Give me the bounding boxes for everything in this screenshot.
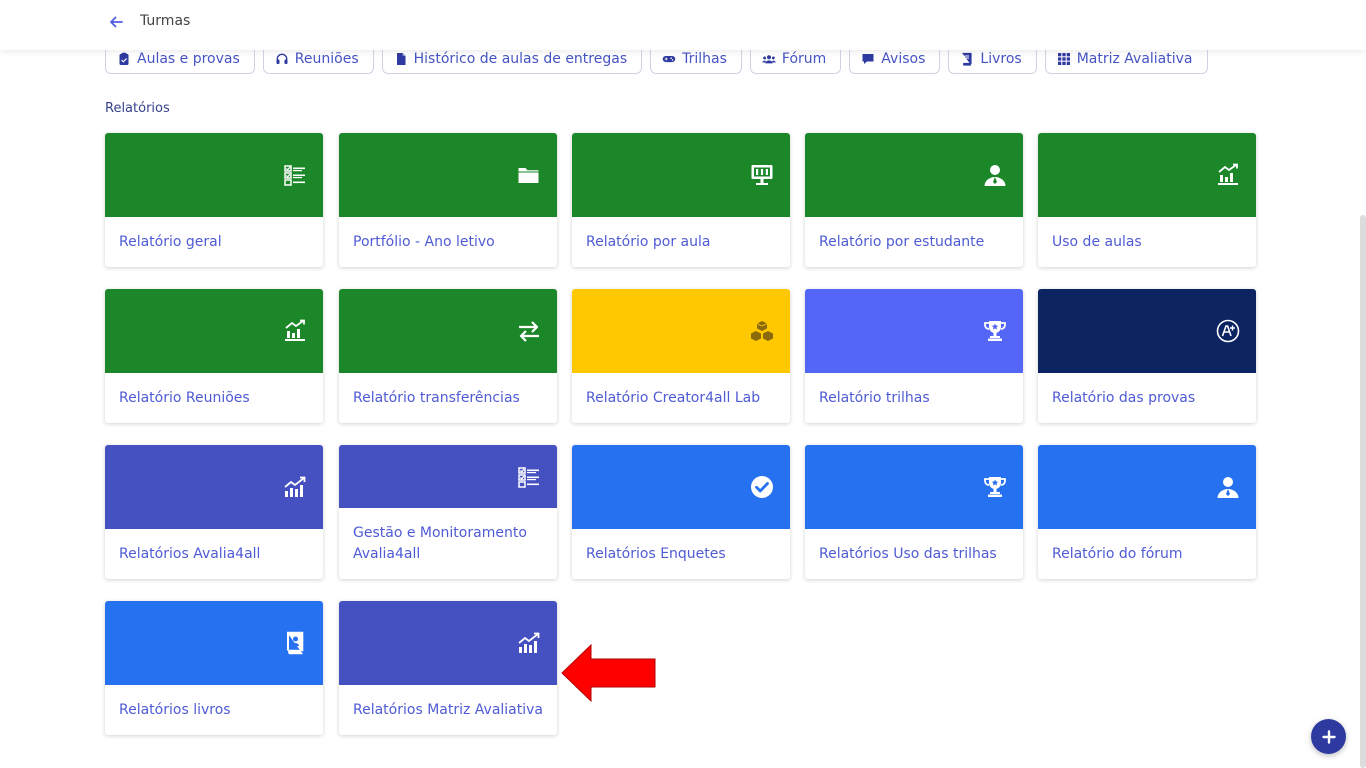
card-header: [339, 289, 557, 373]
card-relatorios-avalia4all[interactable]: Relatórios Avalia4all: [105, 445, 323, 579]
card-relatorio-por-estudante[interactable]: Relatório por estudante: [805, 133, 1023, 267]
card-header: [572, 289, 790, 373]
card-header: [339, 601, 557, 685]
card-relatorio-trilhas[interactable]: Relatório trilhas: [805, 289, 1023, 423]
checklist-icon: [284, 165, 305, 186]
bar-chart-icon: [518, 632, 540, 653]
card-header: [105, 289, 323, 373]
tab-label: Fórum: [781, 50, 827, 67]
card-label: Relatório das provas: [1052, 389, 1196, 406]
exchange-icon: [519, 321, 539, 342]
card-label: Relatório geral: [119, 233, 222, 250]
book-bookmark-icon: [287, 631, 304, 655]
tab-label: Aulas e provas: [137, 50, 240, 67]
card-header: [572, 445, 790, 529]
card-label: Relatórios Avalia4all: [119, 545, 261, 562]
tab-label: Matriz Avaliativa: [1076, 50, 1193, 67]
chart-up-icon: [1218, 163, 1238, 185]
check-circle-icon: [751, 476, 773, 498]
card-label: Relatório transferências: [353, 389, 520, 406]
section-title: Relatórios: [105, 101, 170, 116]
card-header: [1038, 445, 1256, 529]
presentation-icon: [751, 165, 773, 185]
card-header: [105, 601, 323, 685]
card-header: [572, 133, 790, 217]
scrollbar[interactable]: [1360, 215, 1366, 768]
card-portfolio-ano-letivo[interactable]: Portfólio - Ano letivo: [339, 133, 557, 267]
student-icon: [1217, 477, 1239, 498]
student-icon: [984, 165, 1006, 186]
book-icon: [962, 52, 972, 66]
card-label: Relatório Creator4all Lab: [586, 389, 761, 406]
card-header: [105, 445, 323, 529]
red-arrow-annotation-icon: [561, 644, 656, 702]
add-button[interactable]: [1311, 719, 1346, 754]
cubes-icon: [751, 321, 773, 341]
trophy-icon: [984, 477, 1006, 497]
users-icon: [762, 54, 776, 63]
card-relatorio-reunioes[interactable]: Relatório Reuniões: [105, 289, 323, 423]
folder-icon: [518, 168, 539, 183]
bar-chart-icon: [284, 476, 306, 497]
card-relatorio-creator4all-lab[interactable]: Relatório Creator4all Lab: [572, 289, 790, 423]
grade-a-plus-icon: [1216, 319, 1240, 343]
card-relatorios-livros[interactable]: Relatórios livros: [105, 601, 323, 735]
checklist-icon: [518, 467, 539, 488]
top-bar: Turmas: [0, 0, 1366, 50]
grid-icon: [1057, 52, 1070, 65]
card-relatorios-enquetes[interactable]: Relatórios Enquetes: [572, 445, 790, 579]
card-relatorios-matriz-avaliativa[interactable]: Relatórios Matriz Avaliativa: [339, 601, 557, 735]
tab-label: Histórico de aulas de entregas: [413, 50, 628, 67]
card-header: [1038, 133, 1256, 217]
card-relatorio-geral[interactable]: Relatório geral: [105, 133, 323, 267]
card-label: Relatórios Matriz Avaliativa: [353, 701, 544, 718]
card-relatorio-do-forum[interactable]: Relatório do fórum: [1038, 445, 1256, 579]
gamepad-icon: [662, 55, 676, 62]
comment-icon: [862, 53, 874, 64]
card-label: Relatórios Enquetes: [586, 545, 726, 562]
chart-up-icon: [285, 319, 305, 341]
card-label: Relatório Reuniões: [119, 389, 250, 406]
card-header: [805, 133, 1023, 217]
trophy-icon: [984, 321, 1006, 341]
card-uso-de-aulas[interactable]: Uso de aulas: [1038, 133, 1256, 267]
card-relatorio-das-provas[interactable]: Relatório das provas: [1038, 289, 1256, 423]
card-label: Relatório do fórum: [1052, 545, 1183, 562]
card-label: Relatório trilhas: [819, 389, 930, 406]
card-label: Relatórios Uso das trilhas: [819, 545, 997, 562]
card-label: Gestão e Monitoramento Avalia4all: [353, 524, 527, 562]
card-header: [805, 289, 1023, 373]
plus-icon: [1321, 729, 1336, 744]
card-gestao-monitoramento-avalia4all[interactable]: Gestão e Monitoramento Avalia4all: [339, 445, 557, 579]
tab-label: Avisos: [881, 50, 926, 67]
headset-icon: [276, 53, 288, 64]
card-relatorio-transferencias[interactable]: Relatório transferências: [339, 289, 557, 423]
card-header: [105, 133, 323, 217]
card-header: [1038, 289, 1256, 373]
back-arrow-icon[interactable]: [107, 13, 125, 31]
file-icon: [396, 52, 406, 65]
card-relatorio-por-aula[interactable]: Relatório por aula: [572, 133, 790, 267]
card-label: Uso de aulas: [1052, 233, 1142, 250]
card-label: Portfólio - Ano letivo: [353, 233, 495, 250]
tab-label: Trilhas: [682, 50, 727, 67]
card-relatorios-uso-das-trilhas[interactable]: Relatórios Uso das trilhas: [805, 445, 1023, 579]
tab-label: Livros: [980, 50, 1022, 67]
card-header: [339, 133, 557, 217]
card-label: Relatório por estudante: [819, 233, 985, 250]
card-header: [805, 445, 1023, 529]
page-title: Turmas: [140, 13, 191, 29]
card-label: Relatório por aula: [586, 233, 711, 250]
card-header: [339, 445, 557, 508]
clipboard-icon: [119, 52, 129, 65]
card-label: Relatórios livros: [119, 701, 231, 718]
tab-label: Reuniões: [294, 50, 359, 67]
